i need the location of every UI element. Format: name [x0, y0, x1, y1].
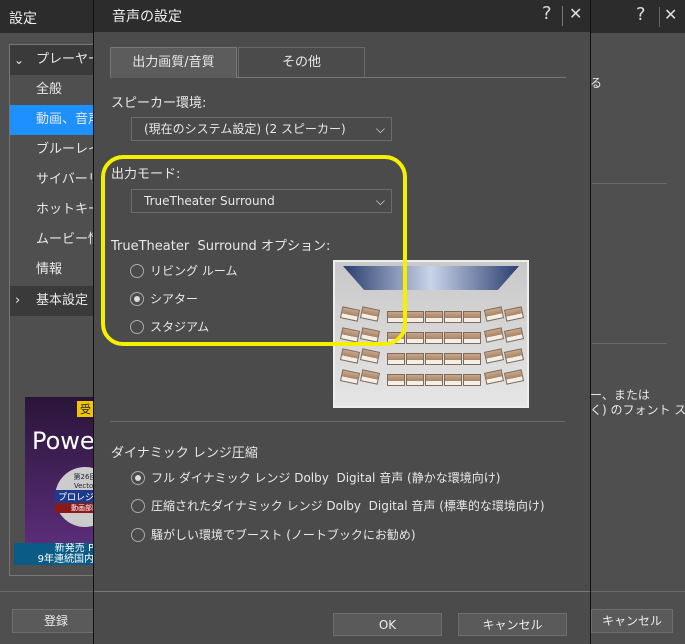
radio-label: 圧縮されたダイナミック レンジ Dolby Digital 音声 (標準的な環境…	[151, 499, 545, 513]
award-seal: 第26回Vectorプロレジ大賞動画部門	[55, 467, 95, 527]
radio-drc-compressed[interactable]: 圧縮されたダイナミック レンジ Dolby Digital 音声 (標準的な環境…	[131, 497, 545, 514]
seat	[463, 311, 481, 323]
seat	[406, 311, 424, 323]
seat	[444, 374, 462, 386]
seat	[387, 374, 405, 386]
seat	[339, 348, 361, 364]
seat	[425, 311, 443, 323]
speaker-dropdown[interactable]: (現在のシステム設定) (2 スピーカー) ⌵	[131, 117, 392, 141]
seat	[483, 327, 505, 343]
register-button[interactable]: 登録	[12, 609, 100, 633]
chevron-down-icon: ⌵	[375, 122, 385, 136]
seat	[444, 353, 462, 365]
chevron-down-icon: ⌄	[14, 53, 25, 67]
sidebar-item-label: プレーヤーの設定	[36, 52, 94, 67]
divider	[110, 421, 565, 422]
drc-label: ダイナミック レンジ圧縮	[111, 446, 258, 461]
seat	[425, 374, 443, 386]
seat	[425, 332, 443, 344]
seat	[483, 369, 505, 385]
yellow-highlight-annotation	[101, 155, 407, 346]
seat	[406, 332, 424, 344]
ok-button[interactable]: OK	[333, 613, 442, 636]
sidebar-item-label: 基本設定	[36, 293, 89, 308]
seat	[359, 348, 381, 364]
tab-divider	[237, 77, 566, 78]
radio-drc-boost[interactable]: 騒がしい環境でブースト (ノートブックにお勧め)	[131, 526, 416, 543]
radio-label: フル ダイナミック レンジ Dolby Digital 音声 (静かな環境向け)	[151, 471, 501, 485]
chevron-right-icon: ›	[15, 293, 21, 308]
cancel-button[interactable]: キャンセル	[458, 613, 567, 636]
seat	[463, 374, 481, 386]
sidebar-item-general[interactable]: 全般	[10, 75, 94, 105]
audio-settings-dialog: 音声の設定 ? ✕ 出力画質/音質 その他 スピーカー環境: (現在のシステム設…	[93, 0, 591, 644]
divider	[592, 343, 667, 344]
close-button[interactable]: ✕	[569, 4, 582, 23]
sidebar-item-info[interactable]: 情報	[10, 255, 94, 285]
seat	[444, 332, 462, 344]
seat	[503, 369, 525, 385]
sidebar-group-basic[interactable]: › 基本設定	[10, 286, 94, 316]
seat	[406, 374, 424, 386]
sidebar-item-movie-info[interactable]: ムービー情報	[10, 225, 94, 255]
sidebar-group-player[interactable]: ⌄ プレーヤーの設定	[10, 45, 94, 75]
seat	[503, 327, 525, 343]
sidebar-item-bluray[interactable]: ブルーレイ	[10, 135, 94, 165]
back-text: る	[590, 76, 603, 90]
seat	[444, 311, 462, 323]
radio-circle[interactable]	[131, 470, 145, 485]
radio-drc-full[interactable]: フル ダイナミック レンジ Dolby Digital 音声 (静かな環境向け)	[131, 469, 500, 486]
sidebar-item-cyberlink[interactable]: サイバーリンク	[10, 165, 94, 195]
divider	[592, 183, 667, 184]
divider	[94, 591, 590, 592]
tab-output-quality[interactable]: 出力画質/音質	[110, 47, 237, 78]
help-button[interactable]: ?	[542, 3, 552, 24]
seat	[387, 353, 405, 365]
seat	[463, 332, 481, 344]
promo-headline: Power	[32, 427, 95, 455]
promo-image[interactable]: 受 Power 第26回Vectorプロレジ大賞動画部門	[25, 397, 95, 543]
radio-circle[interactable]	[131, 527, 145, 542]
back-close-button[interactable]: ✕	[664, 5, 677, 24]
back-help-button[interactable]: ?	[636, 4, 646, 25]
radio-label: 騒がしい環境でブースト (ノートブックにお勧め)	[151, 528, 416, 542]
promo-footer: 新発売 P 9年連続国内	[14, 543, 94, 565]
seat	[483, 306, 505, 322]
speaker-label: スピーカー環境:	[111, 96, 207, 111]
divider	[562, 6, 563, 26]
seat	[503, 306, 525, 322]
seat	[425, 353, 443, 365]
seat	[339, 369, 361, 385]
divider	[659, 7, 660, 27]
back-window-title: 設定	[9, 11, 37, 27]
radio-circle[interactable]	[131, 498, 145, 513]
seat	[503, 348, 525, 364]
speaker-value: (現在のシステム設定) (2 スピーカー)	[144, 122, 346, 136]
back-cancel-button[interactable]: キャンセル	[591, 609, 673, 633]
back-text: く) のフォント ス	[590, 403, 685, 417]
dialog-title: 音声の設定	[112, 9, 182, 25]
promo-badge: 受	[77, 401, 94, 417]
seat	[483, 348, 505, 364]
sidebar-item-video-audio[interactable]: 動画、音声	[10, 105, 94, 135]
seat	[463, 353, 481, 365]
sidebar-item-hotkeys[interactable]: ホットキー/	[10, 195, 94, 225]
seat	[359, 369, 381, 385]
seat	[406, 353, 424, 365]
tab-other[interactable]: その他	[238, 47, 365, 77]
